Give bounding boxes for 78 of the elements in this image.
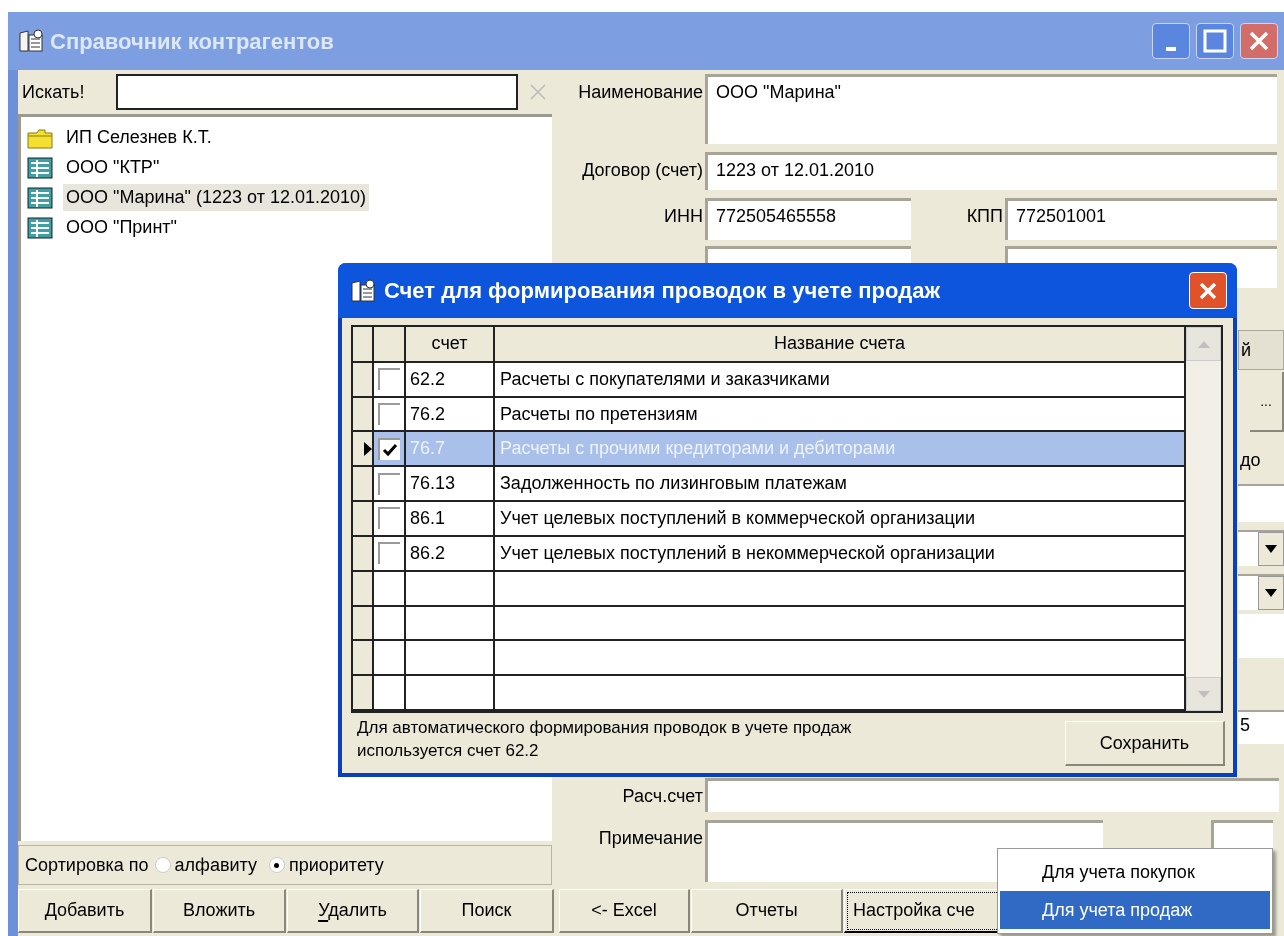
table-cell: 62.2: [406, 362, 495, 396]
table-cell: 76.13: [406, 467, 495, 501]
table-cell-text: Учет целевых поступлений в коммерческой организации: [499, 506, 976, 530]
close-button[interactable]: [1240, 23, 1278, 59]
table-icon: [27, 186, 53, 209]
dropdown-field[interactable]: [1238, 530, 1284, 566]
table-cell: 76.7: [406, 432, 495, 466]
table-cell-text: Задолженность по лизинговым платежам: [499, 472, 848, 496]
table-cell: 86.2: [406, 536, 495, 570]
table-icon: [27, 216, 53, 239]
scroll-up-button[interactable]: [1186, 327, 1221, 361]
close-icon: [529, 83, 548, 101]
scroll-up-icon: [1197, 340, 1210, 348]
row-pointer-icon: [364, 441, 372, 456]
sort-label: Сортировка по: [25, 853, 149, 877]
table-cell: 76.2: [406, 397, 495, 431]
toolbar-button[interactable]: Отчеты: [691, 889, 843, 933]
radio-button[interactable]: [268, 857, 285, 873]
field-label: Расч.счет: [621, 785, 704, 808]
table-cell-text: Расчеты с покупателями и заказчиками: [499, 367, 831, 391]
settings-button[interactable]: й: [1238, 330, 1284, 370]
toolbar-button[interactable]: Вложить: [153, 889, 286, 933]
dropdown-field[interactable]: [1238, 574, 1284, 610]
toolbar-button[interactable]: <- Excel: [559, 889, 690, 933]
app-icon: [350, 278, 376, 303]
scrollbar[interactable]: [1184, 327, 1221, 711]
folder-icon: [27, 126, 53, 149]
table-cell-text: Расчеты с прочими кредиторами и дебиторами: [499, 437, 897, 461]
kpp-field[interactable]: 772501001: [1005, 198, 1277, 240]
tree-item[interactable]: ООО "КТР": [63, 154, 163, 181]
text-field[interactable]: [1238, 614, 1284, 658]
radio-label[interactable]: приоритету: [288, 851, 384, 879]
column-header: счет: [406, 327, 495, 361]
minimize-icon: [1166, 47, 1176, 51]
field-label: Наименование: [577, 81, 704, 104]
field-label: Примечание: [597, 827, 704, 850]
radio-button[interactable]: [154, 857, 171, 873]
app-icon: [18, 29, 44, 53]
dropdown-button[interactable]: [1258, 576, 1284, 610]
caret-icon: [1265, 589, 1277, 597]
scroll-down-icon: [1197, 690, 1210, 698]
menu-item[interactable]: Для учета покупок: [1000, 853, 1270, 891]
tree-item[interactable]: ООО "Принт": [63, 214, 180, 241]
table-cell-text: Учет целевых поступлений в некоммерческой организации: [499, 541, 996, 565]
search-field[interactable]: [115, 74, 519, 110]
maximize-button[interactable]: [1196, 23, 1234, 59]
radio-label[interactable]: алфавиту: [174, 851, 257, 879]
field-label: ИНН: [663, 205, 704, 228]
tree-item[interactable]: ООО "Марина" (1223 от 12.01.2010): [63, 184, 369, 211]
toolbar-button[interactable]: Удалить: [287, 889, 419, 933]
tree-item[interactable]: ИП Селезнев К.Т.: [63, 124, 215, 151]
text-field[interactable]: [1238, 484, 1284, 522]
ellipsis-button[interactable]: ...: [1250, 372, 1284, 432]
contract-field[interactable]: 1223 от 12.01.2010: [705, 152, 1277, 190]
scroll-down-button[interactable]: [1186, 677, 1221, 711]
checkbox[interactable]: [378, 437, 400, 460]
toolbar-button[interactable]: Поиск: [420, 889, 554, 933]
toolbar-button[interactable]: Добавить: [18, 889, 152, 933]
dropdown-button[interactable]: [1258, 532, 1284, 566]
account-field[interactable]: [705, 778, 1279, 812]
menu-item[interactable]: Для учета продаж: [1000, 891, 1270, 929]
text-field[interactable]: 5: [1238, 710, 1284, 744]
minimize-button[interactable]: [1152, 23, 1190, 59]
table-cell-text: Расчеты по претензиям: [499, 402, 699, 426]
field-label: КПП: [965, 205, 1004, 228]
name-field[interactable]: ООО "Марина": [705, 74, 1277, 144]
dialog-title: Счет для формирования проводок в учете продаж: [384, 277, 941, 305]
inn-field[interactable]: 772505465558: [705, 198, 911, 240]
table-icon: [27, 156, 53, 179]
footer-note: Для автоматического формирования проводок в учете продаж используется счет 62.2: [357, 717, 853, 762]
column-header: Название счета: [772, 332, 907, 356]
field-label: до: [1239, 449, 1261, 472]
table-cell: 86.1: [406, 502, 495, 535]
caret-icon: [1265, 545, 1277, 553]
window-title: Справочник контрагентов: [50, 27, 335, 56]
search-label: Искать!: [22, 80, 86, 104]
save-button[interactable]: Сохранить: [1065, 721, 1225, 766]
field-label: Договор (счет): [581, 159, 704, 182]
